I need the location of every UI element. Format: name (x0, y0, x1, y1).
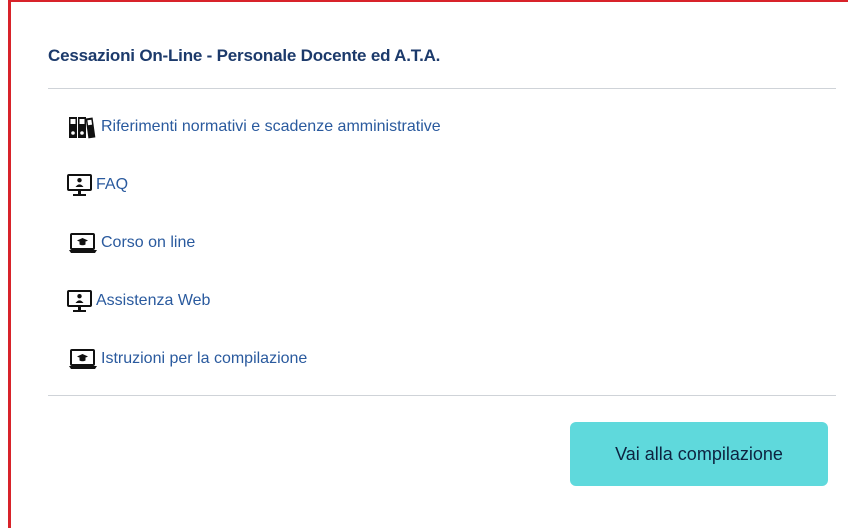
link-corso-on-line[interactable]: Corso on line (68, 231, 195, 255)
card-title: Cessazioni On-Line - Personale Docente e… (48, 46, 441, 65)
divider-bottom (48, 395, 836, 396)
cessazioni-card: Cessazioni On-Line - Personale Docente e… (8, 0, 848, 528)
divider-top (48, 88, 836, 89)
link-assistenza-web[interactable]: Assistenza Web (67, 289, 210, 313)
link-istruzioni-compilazione[interactable]: Istruzioni per la compilazione (68, 347, 307, 371)
monitor-person-icon (67, 173, 93, 197)
link-label[interactable]: Istruzioni per la compilazione (101, 350, 307, 368)
link-label[interactable]: Assistenza Web (96, 292, 210, 310)
link-faq[interactable]: FAQ (67, 173, 128, 197)
link-label[interactable]: FAQ (96, 176, 128, 194)
laptop-graduation-cap-icon (68, 231, 98, 255)
link-riferimenti-normativi[interactable]: Riferimenti normativi e scadenze amminis… (68, 115, 441, 139)
link-label[interactable]: Riferimenti normativi e scadenze amminis… (101, 118, 441, 136)
monitor-person-icon (67, 289, 93, 313)
laptop-graduation-cap-icon (68, 347, 98, 371)
link-label[interactable]: Corso on line (101, 234, 195, 252)
binders-icon (68, 115, 98, 139)
vai-alla-compilazione-button[interactable]: Vai alla compilazione (570, 422, 828, 486)
